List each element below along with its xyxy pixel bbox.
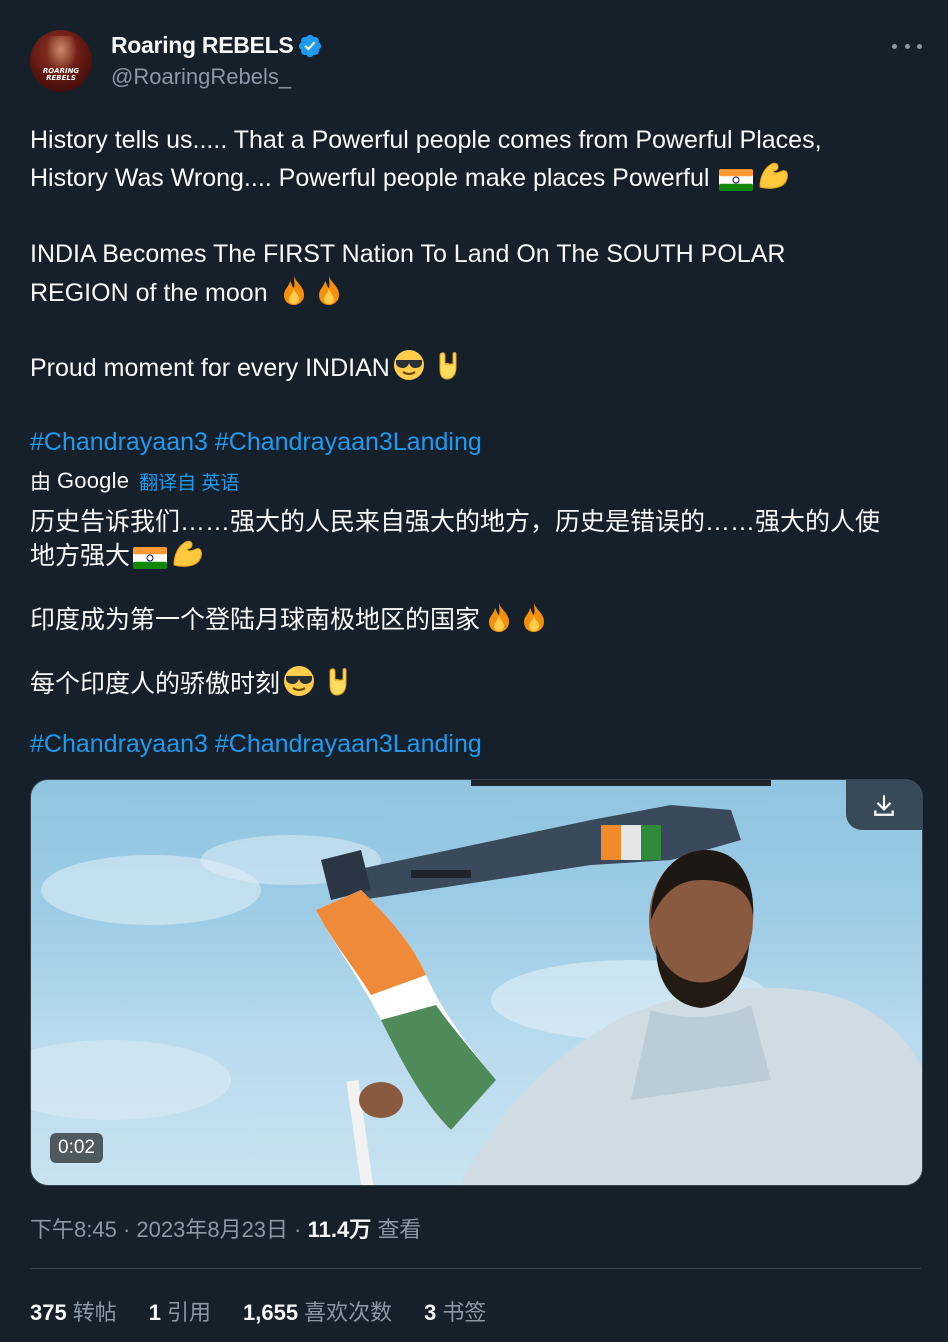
indian-flag-shape	[316, 890, 496, 1185]
divider	[30, 1268, 921, 1269]
tweet-time[interactable]: 下午8:45	[30, 1217, 117, 1242]
more-options-icon[interactable]	[892, 33, 922, 59]
fire-icon	[489, 603, 510, 632]
translation-text-segment: 印度成为第一个登陆月球南极地区的国家	[30, 606, 481, 634]
flexed-biceps-icon	[759, 162, 789, 189]
flexed-biceps-icon	[173, 540, 202, 567]
likes-stat[interactable]: 1,655 喜欢次数	[243, 1295, 392, 1327]
video-player[interactable]: 0:02	[30, 779, 923, 1186]
fire-icon	[283, 276, 304, 305]
views-label: 查看	[377, 1217, 422, 1242]
tweet-hashtags-link[interactable]: #Chandrayaan3 #Chandrayaan3Landing	[30, 424, 482, 460]
video-duration-badge: 0:02	[50, 1133, 103, 1163]
translate-source-link[interactable]: 翻译自 英语	[139, 468, 239, 495]
tweet-text-line: INDIA Becomes The FIRST Nation To Land O…	[30, 240, 786, 268]
tweet-text-line: Proud moment for every INDIAN	[30, 349, 465, 386]
tweet-metadata: 下午8:45 · 2023年8月23日 · 11.4万 查看	[30, 1217, 422, 1242]
tweet-text-line: History tells us..... That a Powerful pe…	[30, 126, 822, 154]
avatar-figure	[46, 36, 76, 70]
translation-text-line: 地方强大	[30, 537, 204, 573]
tweet-text-segment: REGION of the moon	[30, 279, 275, 307]
india-flag-icon	[133, 547, 168, 569]
tweet-text-segment: History Was Wrong.... Powerful people ma…	[30, 164, 717, 192]
translation-text-segment: 每个印度人的骄傲时刻	[30, 670, 281, 698]
translation-hashtags-link[interactable]: #Chandrayaan3 #Chandrayaan3Landing	[30, 726, 482, 762]
tweet-text-line: REGION of the moon	[30, 274, 345, 311]
sunglasses-face-icon	[393, 350, 424, 380]
download-icon	[874, 795, 894, 816]
india-flag-icon	[719, 169, 754, 191]
google-logo: Google	[57, 468, 130, 493]
tweet-text-line: History Was Wrong.... Powerful people ma…	[30, 159, 790, 196]
translation-text-line: 历史告诉我们……强大的人民来自强大的地方，历史是错误的……强大的人使	[30, 508, 881, 536]
quotes-stat[interactable]: 1 引用	[149, 1295, 211, 1327]
verified-badge-icon	[298, 34, 322, 58]
reposts-stat[interactable]: 375 转帖	[30, 1295, 117, 1327]
fire-icon	[318, 276, 339, 305]
translation-text-line: 印度成为第一个登陆月球南极地区的国家	[30, 601, 550, 637]
sign-of-horns-icon	[329, 668, 347, 696]
download-button[interactable]	[846, 780, 922, 830]
engagement-stats: 375 转帖 1 引用 1,655 喜欢次数 3 书签	[30, 1295, 518, 1327]
fire-icon	[524, 603, 545, 632]
translation-text-segment: 地方强大	[30, 542, 131, 570]
translation-text-line: 每个印度人的骄傲时刻	[30, 665, 355, 701]
video-frame	[31, 780, 922, 1185]
tweet-date[interactable]: 2023年8月23日	[136, 1217, 288, 1242]
avatar-logo-text: ROARING REBELS	[42, 67, 80, 82]
author-display-name[interactable]: Roaring REBELS	[111, 32, 294, 59]
bookmarks-stat[interactable]: 3 书签	[424, 1295, 486, 1327]
tweet-text-segment: Proud moment for every INDIAN	[30, 354, 390, 382]
sign-of-horns-icon	[439, 352, 457, 380]
translation-attribution: 由 Google 翻译自 英语	[30, 466, 239, 496]
avatar[interactable]: ROARING REBELS	[30, 30, 92, 92]
sunglasses-face-icon	[284, 666, 315, 696]
views-count: 11.4万	[307, 1217, 372, 1242]
author-handle[interactable]: @RoaringRebels_	[111, 64, 291, 90]
tweet: ROARING REBELS Roaring REBELS @RoaringRe…	[0, 0, 948, 1342]
translation-by-label: 由	[30, 471, 51, 494]
